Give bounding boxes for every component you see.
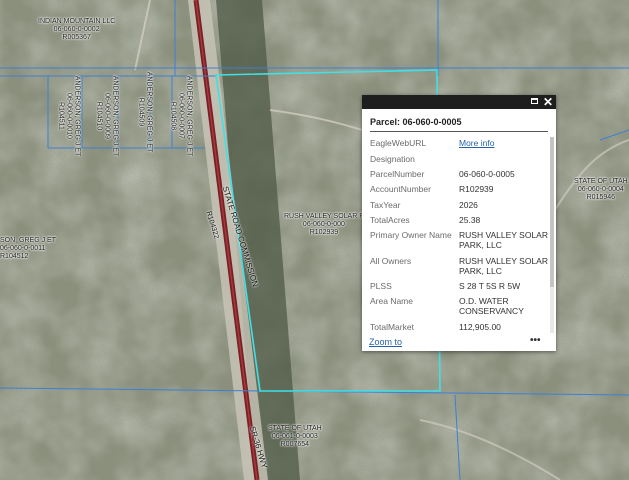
attribute-key: All Owners: [370, 256, 412, 266]
account-text: R102939: [309, 229, 339, 236]
account-text: R104510: [95, 101, 103, 131]
attribute-value: RUSH VALLEY SOLAR PARK, LLC: [459, 256, 548, 276]
maximize-icon[interactable]: [531, 98, 538, 104]
account-text: R015946: [586, 194, 616, 201]
account-text: R104512: [0, 253, 29, 260]
parcel-label-state-bottom: STATE OF UTAH 06-061-0-0003 R007654: [268, 425, 322, 449]
owner-text: ANDERSON, GREG J ET: [145, 71, 153, 153]
attribute-key: Primary Owner Name: [370, 230, 452, 240]
parcel-number-text: 06-060-0-0010: [65, 93, 73, 139]
parcel-label-anderson-1: ANDERSON, GREG J ET 06-060-0-0010 R10451…: [56, 76, 80, 157]
attribute-key: EagleWebURL: [370, 138, 427, 148]
more-actions-icon[interactable]: •••: [530, 335, 541, 346]
attribute-value: O.D. WATER CONSERVANCY: [459, 296, 524, 316]
owner-text: ANDERSON, GREG J ET: [73, 75, 81, 157]
attribute-value: 25.38: [459, 215, 481, 225]
account-text: R005367: [62, 34, 91, 41]
parcel-number-text: 06-060-0-000: [302, 221, 345, 228]
parcel-number-text: 06-060-0-0002: [53, 26, 100, 33]
owner-text: STATE OF UTAH: [268, 425, 322, 432]
more-info-link[interactable]: More info: [459, 138, 551, 148]
parcel-label-indian-mountain: INDIAN MOUNTAIN LLC 06-060-0-0002 R00536…: [38, 18, 115, 42]
popup-title: Parcel: 06-060-0-0005: [370, 117, 462, 127]
account-text: R104509: [137, 97, 145, 127]
account-text: R104508: [169, 101, 177, 131]
attribute-key: ParcelNumber: [370, 169, 425, 179]
parcel-number-text: 06-060-0-0004: [577, 186, 624, 193]
attribute-key: Area Name: [370, 296, 413, 306]
attribute-key: Designation: [370, 154, 415, 164]
account-text: R007654: [280, 441, 310, 448]
close-icon[interactable]: ✕: [543, 95, 553, 109]
owner-text: ANDERSON, GREG J ET: [111, 75, 119, 157]
parcel-label-anderson-4: ANDERSON, GREG J ET 06-060-0-0007 R10450…: [168, 76, 192, 157]
attribute-value: 112,905.00: [459, 322, 501, 332]
popup-scrollbar[interactable]: [550, 137, 554, 333]
parcel-number-text: 06-060-0-0009: [103, 93, 111, 139]
scrollbar-thumb[interactable]: [550, 137, 554, 287]
attribute-value: RUSH VALLEY SOLAR PARK, LLC: [459, 230, 548, 250]
popup-divider: [370, 131, 548, 132]
attribute-key: AccountNumber: [370, 184, 431, 194]
owner-text: STATE OF UTAH: [574, 178, 628, 185]
parcel-label-state-right: STATE OF UTAH 06-060-0-0004 R015946: [574, 178, 628, 202]
attribute-key: PLSS: [370, 281, 392, 291]
parcel-label-anderson-left: SON, GREG J ET 06-060-0-0011 R104512: [0, 237, 56, 261]
parcel-number-text: 06-060-0-0007: [177, 93, 185, 139]
parcel-number-text: 06-061-0-0003: [271, 433, 318, 440]
attribute-key: TotalAcres: [370, 215, 410, 225]
owner-text: ANDERSON, GREG J ET: [185, 75, 193, 157]
owner-text: SON, GREG J ET: [0, 237, 57, 244]
parcel-number-text: 06-060-0-0011: [0, 245, 46, 252]
attribute-value: 2026: [459, 200, 478, 210]
zoom-to-link[interactable]: Zoom to: [369, 337, 402, 347]
parcel-popup: ✕ Parcel: 06-060-0-0005 EagleWebURL More…: [362, 95, 556, 351]
attribute-value: R102939: [459, 184, 494, 194]
attribute-key: TotalMarket: [370, 322, 414, 332]
account-text: R104511: [57, 102, 65, 130]
owner-text: INDIAN MOUNTAIN LLC: [38, 18, 116, 25]
owner-text: RUSH VALLEY SOLAR P: [284, 213, 364, 220]
attribute-key: TaxYear: [370, 200, 401, 210]
popup-header-bar: ✕: [362, 95, 556, 109]
attribute-value: 06-060-0-0005: [459, 169, 515, 179]
parcel-label-anderson-3: ANDERSON, GREG J ET R104509: [136, 72, 152, 153]
attribute-value: S 28 T 5S R 5W: [459, 281, 521, 291]
parcel-label-anderson-2: ANDERSON, GREG J ET 06-060-0-0009 R10451…: [94, 76, 118, 157]
parcel-label-rush-valley: RUSH VALLEY SOLAR P 06-060-0-000 R102939: [284, 213, 364, 237]
